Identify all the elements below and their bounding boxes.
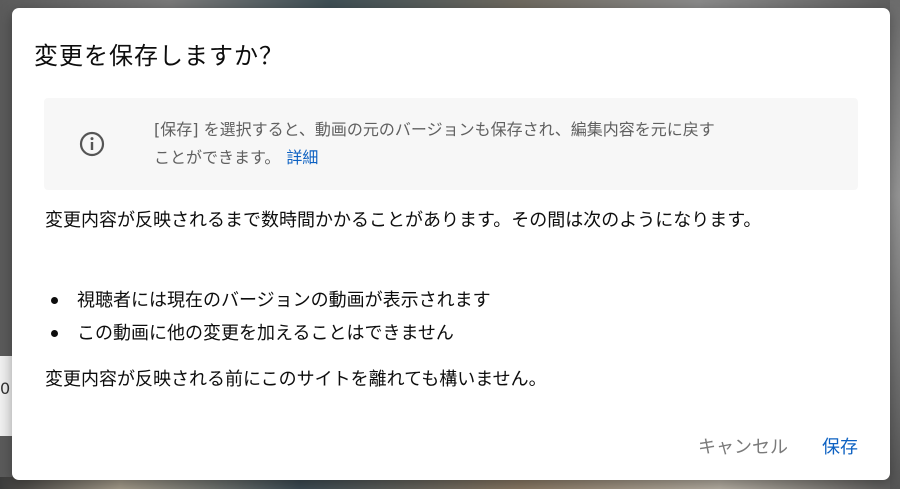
leave-site-paragraph: 変更内容が反映される前にこのサイトを離れても構いません。	[45, 369, 547, 390]
info-notice: [保存] を選択すると、動画の元のバージョンも保存され、編集内容を元に戻す こと…	[44, 98, 858, 190]
list-item: 視聴者には現在のバージョンの動画が表示されます	[51, 284, 491, 317]
effects-list: 視聴者には現在のバージョンの動画が表示されます この動画に他の変更を加えることは…	[45, 284, 491, 350]
cancel-button[interactable]: キャンセル	[696, 429, 790, 463]
save-button[interactable]: 保存	[820, 429, 860, 463]
info-text: [保存] を選択すると、動画の元のバージョンも保存され、編集内容を元に戻す こと…	[154, 116, 814, 172]
info-text-line1: [保存] を選択すると、動画の元のバージョンも保存され、編集内容を元に戻す	[154, 120, 715, 139]
dialog-actions: キャンセル 保存	[696, 429, 860, 463]
background-left-text: 0	[0, 379, 11, 398]
save-changes-dialog: 変更を保存しますか？ [保存] を選択すると、動画の元のバージョンも保存され、編…	[12, 8, 890, 480]
info-text-line2-wrap: ことができます。 詳細	[154, 144, 814, 172]
processing-paragraph: 変更内容が反映されるまで数時間かかることがあります。その間は次のようになります。	[45, 210, 762, 231]
info-text-line2: ことができます。	[154, 148, 281, 167]
info-circle-icon	[79, 131, 105, 157]
list-item: この動画に他の変更を加えることはできません	[51, 317, 491, 350]
learn-more-link[interactable]: 詳細	[286, 148, 318, 167]
dialog-title: 変更を保存しますか？	[34, 42, 284, 70]
background-left-panel: 0	[0, 356, 12, 436]
background-right-edge	[890, 0, 900, 489]
